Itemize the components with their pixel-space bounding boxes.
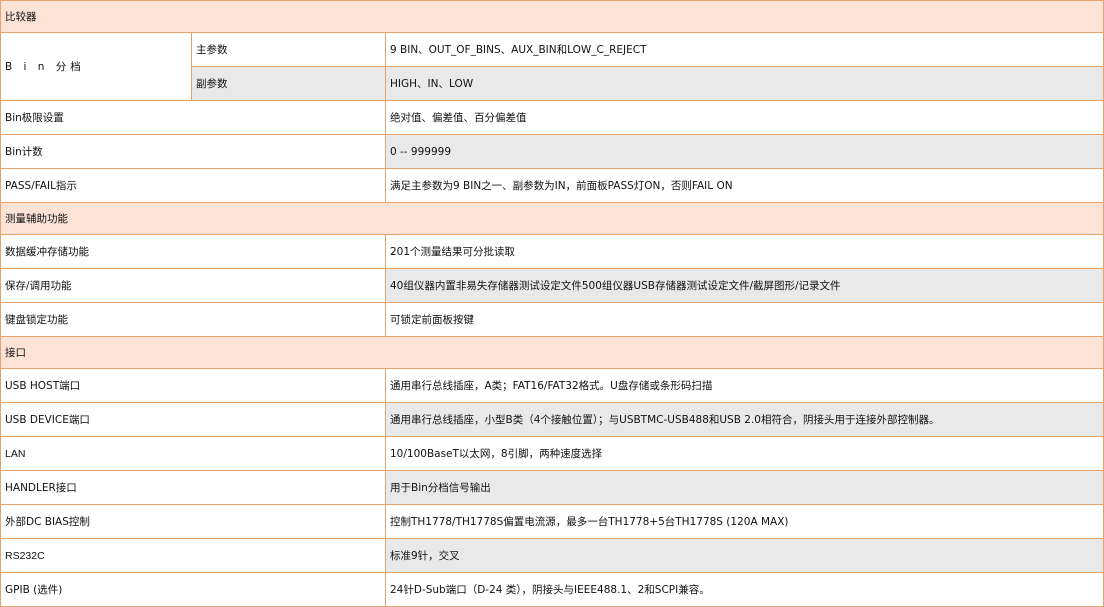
row-label-bin-limit: Bin极限设置 (0, 100, 386, 135)
row-value-bin-count: 0 -- 999999 (385, 134, 1104, 169)
row-label-gpib: GPIB (选件) (0, 572, 386, 607)
table-row-usb-device: USB DEVICE端口 通用串行总线插座，小型B类（4个接触位置）；与USBT… (0, 402, 1104, 437)
table-row-gpib: GPIB (选件) 24针D-Sub端口（D-24 类），阴接头与IEEE488… (0, 572, 1104, 607)
table-row-pass-fail: PASS/FAIL指示 满足主参数为9 BIN之一、副参数为IN，前面板PASS… (0, 168, 1104, 203)
row-value-lan: 10/100BaseT以太网，8引脚，两种速度选择 (385, 436, 1104, 471)
section-row-comparator: 比较器 (0, 0, 1104, 33)
row-label-bin-count: Bin计数 (0, 134, 386, 169)
table-row-bin-count: Bin计数 0 -- 999999 (0, 134, 1104, 169)
row-value-sub-param: HIGH、IN、LOW (385, 66, 1104, 101)
row-sublabel-sub-param: 副参数 (191, 66, 386, 101)
table-row-lan: LAN 10/100BaseT以太网，8引脚，两种速度选择 (0, 436, 1104, 471)
table-row-dc-bias: 外部DC BIAS控制 控制TH1778/TH1778S偏置电流源，最多一台TH… (0, 504, 1104, 539)
section-row-interface: 接口 (0, 336, 1104, 369)
table-row-bin-main: B i n 分档 主参数 9 BIN、OUT_OF_BINS、AUX_BIN和L… (0, 32, 1104, 101)
table-row-bin-limit: Bin极限设置 绝对值、偏差值、百分偏差值 (0, 100, 1104, 135)
section-title-comparator: 比较器 (0, 0, 1104, 33)
row-value-dc-bias: 控制TH1778/TH1778S偏置电流源，最多一台TH1778+5台TH177… (385, 504, 1104, 539)
table-row-save-recall: 保存/调用功能 40组仪器内置非易失存储器测试设定文件500组仪器USB存储器测… (0, 268, 1104, 303)
section-row-measurement-aux: 测量辅助功能 (0, 202, 1104, 235)
row-value-usb-host: 通用串行总线插座，A类；FAT16/FAT32格式。U盘存储或条形码扫描 (385, 368, 1104, 403)
row-value-gpib: 24针D-Sub端口（D-24 类），阴接头与IEEE488.1、2和SCPI兼… (385, 572, 1104, 607)
section-title-measurement-aux: 测量辅助功能 (0, 202, 1104, 235)
row-label-key-lock: 键盘锁定功能 (0, 302, 386, 337)
row-label-dc-bias: 外部DC BIAS控制 (0, 504, 386, 539)
row-label-lan: LAN (0, 436, 386, 471)
table-row-handler: HANDLER接口 用于Bin分档信号输出 (0, 470, 1104, 505)
row-value-bin-limit: 绝对值、偏差值、百分偏差值 (385, 100, 1104, 135)
row-label-usb-host: USB HOST端口 (0, 368, 386, 403)
table-row-rs232c: RS232C 标准9针，交叉 (0, 538, 1104, 573)
row-label-usb-device: USB DEVICE端口 (0, 402, 386, 437)
row-value-save-recall: 40组仪器内置非易失存储器测试设定文件500组仪器USB存储器测试设定文件/截屏… (385, 268, 1104, 303)
row-value-handler: 用于Bin分档信号输出 (385, 470, 1104, 505)
row-label-handler: HANDLER接口 (0, 470, 386, 505)
row-value-data-buffer: 201个测量结果可分批读取 (385, 234, 1104, 269)
row-value-pass-fail: 满足主参数为9 BIN之一、副参数为IN，前面板PASS灯ON，否则FAIL O… (385, 168, 1104, 203)
section-title-interface: 接口 (0, 336, 1104, 369)
row-value-main-param: 9 BIN、OUT_OF_BINS、AUX_BIN和LOW_C_REJECT (385, 32, 1104, 67)
row-label-rs232c: RS232C (0, 538, 386, 573)
table-row-data-buffer: 数据缓冲存储功能 201个测量结果可分批读取 (0, 234, 1104, 269)
row-value-usb-device: 通用串行总线插座，小型B类（4个接触位置）；与USBTMC-USB488和USB… (385, 402, 1104, 437)
table-row-usb-host: USB HOST端口 通用串行总线插座，A类；FAT16/FAT32格式。U盘存… (0, 368, 1104, 403)
spec-table: 比较器 B i n 分档 主参数 9 BIN、OUT_OF_BINS、AUX_B… (0, 0, 1104, 607)
row-sublabel-main-param: 主参数 (191, 32, 386, 67)
row-label-data-buffer: 数据缓冲存储功能 (0, 234, 386, 269)
row-value-rs232c: 标准9针，交叉 (385, 538, 1104, 573)
row-label-pass-fail: PASS/FAIL指示 (0, 168, 386, 203)
row-label-bin-sort: B i n 分档 (0, 32, 192, 101)
table-row-key-lock: 键盘锁定功能 可锁定前面板按键 (0, 302, 1104, 337)
row-label-save-recall: 保存/调用功能 (0, 268, 386, 303)
row-value-key-lock: 可锁定前面板按键 (385, 302, 1104, 337)
